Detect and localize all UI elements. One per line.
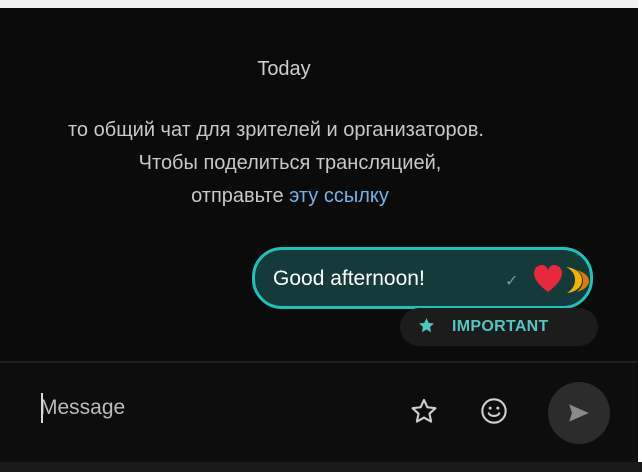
bottom-strip	[0, 462, 642, 472]
system-message-prefix: отправьте	[191, 185, 290, 207]
message-input[interactable]	[40, 391, 380, 425]
important-tag-label: IMPORTANT	[452, 318, 549, 335]
system-message-line-3: отправьте эту ссылку	[0, 180, 580, 213]
system-message: то общий чат для зрителей и организаторо…	[0, 114, 580, 213]
heart-icon	[534, 265, 562, 292]
favorite-button[interactable]	[406, 393, 442, 429]
important-tag[interactable]: IMPORTANT	[400, 308, 598, 346]
top-edge	[0, 0, 638, 8]
moon-icon	[566, 267, 582, 293]
system-message-line-2: Чтобы поделиться трансляцией,	[138, 152, 442, 174]
emoji-button[interactable]	[476, 393, 512, 429]
chat-window: Today то общий чат для зрителей и органи…	[0, 0, 638, 462]
message-text: Good afternoon!	[273, 267, 425, 290]
star-outline-icon	[411, 398, 437, 423]
reaction-icons[interactable]	[532, 264, 594, 294]
smiley-icon	[481, 398, 507, 424]
system-message-line-1: то общий чат для зрителей и организаторо…	[68, 119, 484, 141]
send-button[interactable]	[548, 382, 610, 444]
screenshot-frame: Today то общий чат для зрителей и органи…	[0, 0, 642, 472]
date-separator: Today	[257, 58, 311, 80]
text-caret	[41, 393, 43, 423]
share-link[interactable]: эту ссылку	[289, 185, 389, 207]
star-icon	[419, 318, 434, 333]
send-arrow-icon	[569, 404, 589, 422]
check-icon: ✓	[505, 273, 519, 290]
